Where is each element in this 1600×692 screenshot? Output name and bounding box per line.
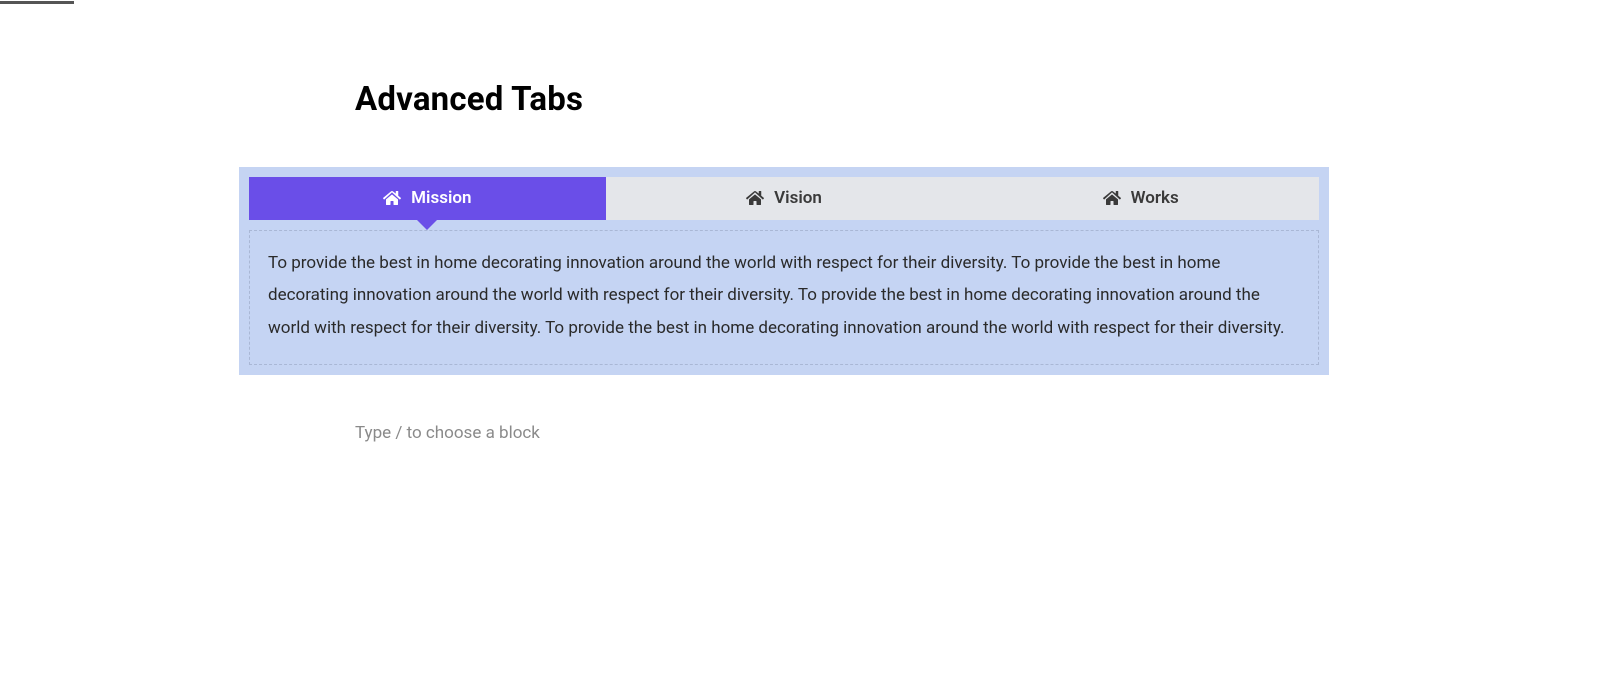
tab-label: Vision xyxy=(774,188,822,208)
tab-works[interactable]: Works xyxy=(962,177,1319,220)
tab-label: Mission xyxy=(411,188,471,208)
tab-content[interactable]: To provide the best in home decorating i… xyxy=(249,230,1319,365)
tab-label: Works xyxy=(1131,188,1179,208)
tab-vision[interactable]: Vision xyxy=(606,177,963,220)
top-decor-line xyxy=(0,1,74,4)
block-placeholder[interactable]: Type / to choose a block xyxy=(355,423,540,443)
page-title: Advanced Tabs xyxy=(355,80,583,119)
tab-content-text: To provide the best in home decorating i… xyxy=(268,253,1284,338)
home-icon xyxy=(746,189,764,207)
home-icon xyxy=(1103,189,1121,207)
home-icon xyxy=(383,189,401,207)
tabs-header: Mission Vision Works xyxy=(239,167,1329,220)
tabs-container: Mission Vision Works To provide the best… xyxy=(239,167,1329,375)
tab-mission[interactable]: Mission xyxy=(249,177,606,220)
